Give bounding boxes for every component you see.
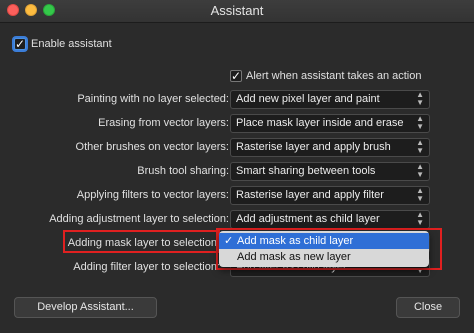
brush-sharing-value: Smart sharing between tools: [236, 165, 376, 177]
erasing-vector-label: Erasing from vector layers:: [98, 117, 229, 129]
brush-sharing-select[interactable]: Smart sharing between tools ▲ ▼: [230, 162, 430, 181]
stepper-icon: ▲▼: [416, 114, 424, 131]
title-bar: Assistant: [0, 0, 474, 23]
stepper-icon: ▲▼: [416, 210, 424, 227]
stepper-icon: ▲▼: [416, 186, 424, 203]
erasing-vector-value: Place mask layer inside and erase: [236, 117, 404, 129]
other-brushes-label: Other brushes on vector layers:: [75, 141, 229, 153]
brush-sharing-label: Brush tool sharing:: [137, 165, 229, 177]
painting-no-layer-select[interactable]: Add new pixel layer and paint ▲ ▼: [230, 90, 430, 109]
filter-layer-label: Adding filter layer to selection:: [73, 261, 220, 273]
adjustment-layer-value: Add adjustment as child layer: [236, 213, 380, 225]
enable-assistant-label: Enable assistant: [31, 38, 112, 50]
erasing-vector-select[interactable]: Place mask layer inside and erase ▲ ▼: [230, 114, 430, 133]
stepper-icon: ▲▼: [416, 162, 424, 179]
develop-assistant-button[interactable]: Develop Assistant...: [14, 297, 157, 318]
alert-action-label: Alert when assistant takes an action: [246, 70, 422, 82]
adjustment-layer-select[interactable]: Add adjustment as child layer ▲ ▼: [230, 210, 430, 229]
other-brushes-value: Rasterise layer and apply brush: [236, 141, 391, 153]
adjustment-layer-label: Adding adjustment layer to selection:: [49, 213, 229, 225]
painting-no-layer-label: Painting with no layer selected:: [77, 93, 229, 105]
filters-vector-value: Rasterise layer and apply filter: [236, 189, 384, 201]
enable-assistant-checkbox[interactable]: ✓: [14, 38, 26, 50]
filters-vector-select[interactable]: Rasterise layer and apply filter ▲ ▼: [230, 186, 430, 205]
mask-layer-dropdown-menu: ✓ Add mask as child layer Add mask as ne…: [219, 231, 429, 267]
annotation-highlight-label: [63, 230, 220, 253]
other-brushes-select[interactable]: Rasterise layer and apply brush ▲ ▼: [230, 138, 430, 157]
menu-item-add-mask-new[interactable]: Add mask as new layer: [219, 249, 429, 265]
alert-action-checkbox[interactable]: ✓: [230, 70, 242, 82]
stepper-icon: ▲▼: [416, 90, 424, 107]
stepper-icon: ▲▼: [416, 138, 424, 155]
menu-item-add-mask-child[interactable]: ✓ Add mask as child layer: [219, 233, 429, 249]
painting-no-layer-value: Add new pixel layer and paint: [236, 93, 380, 105]
close-button[interactable]: Close: [396, 297, 460, 318]
checkmark-icon: ✓: [224, 235, 234, 247]
window-title: Assistant: [210, 3, 264, 18]
filters-vector-label: Applying filters to vector layers:: [76, 189, 229, 201]
